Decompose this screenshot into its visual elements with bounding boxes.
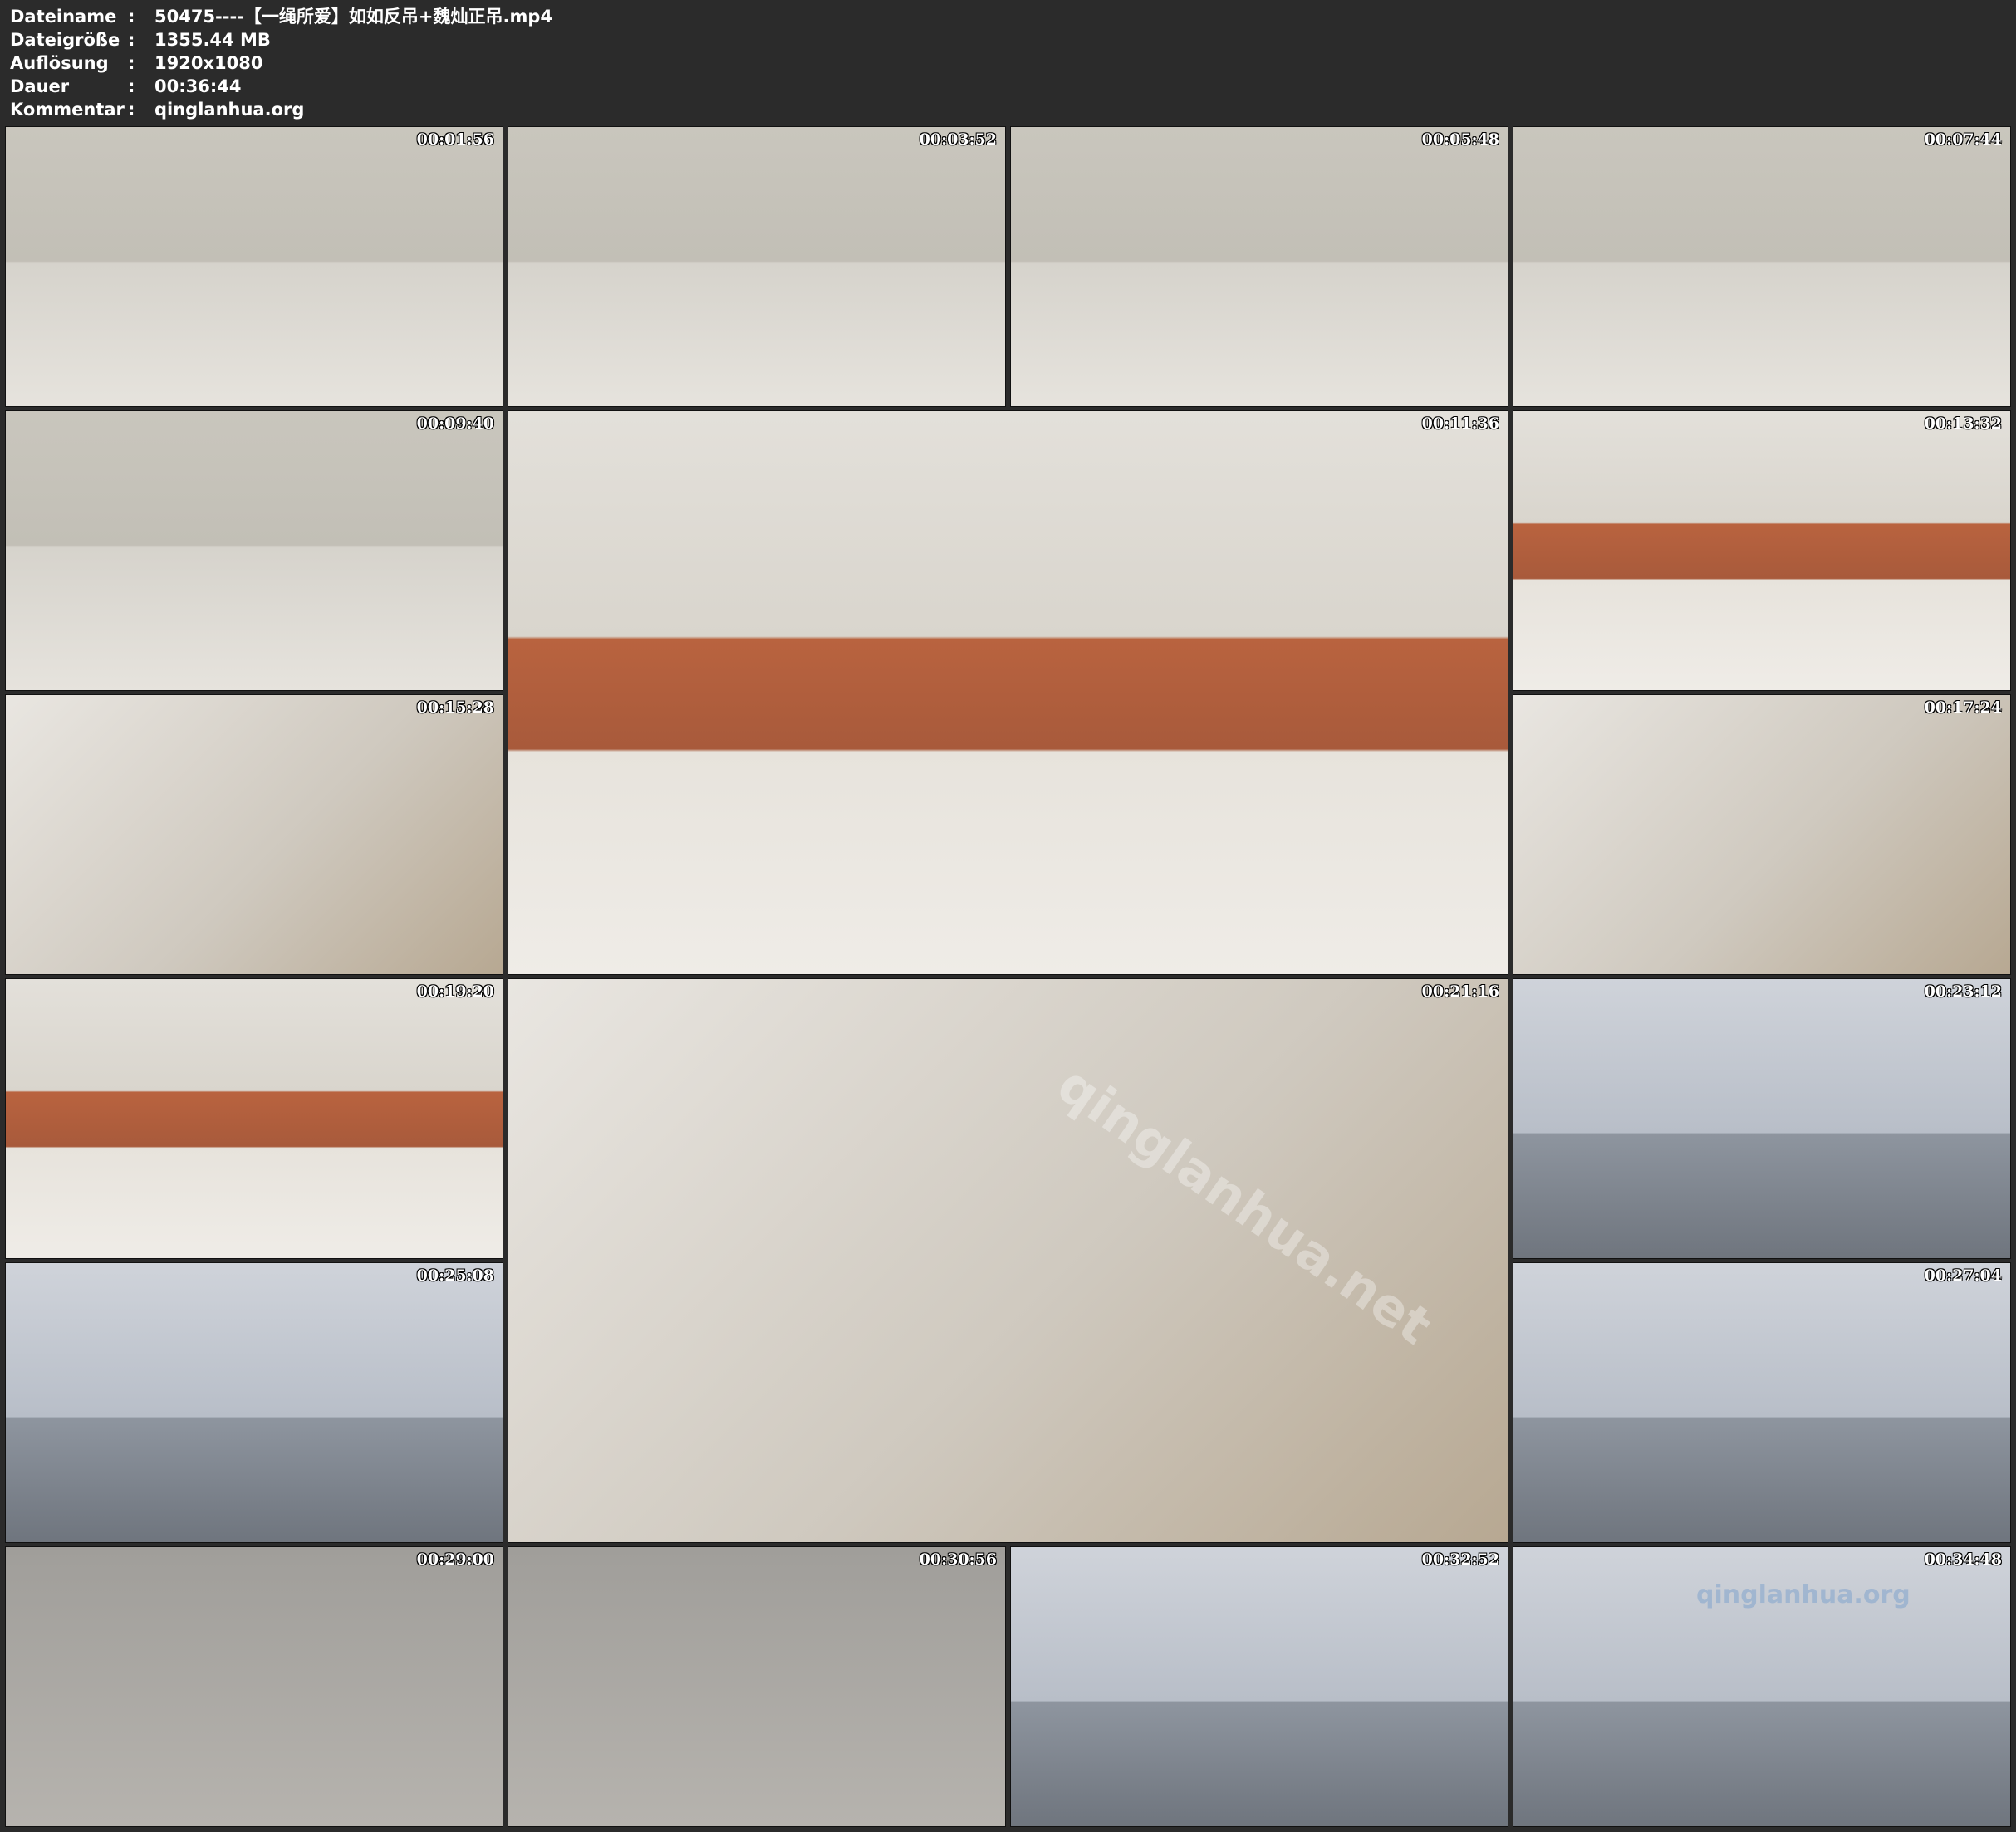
video-thumbnail[interactable]: 00:34:48 qinglanhua.org bbox=[1513, 1546, 2011, 1827]
frame-image bbox=[508, 411, 1508, 974]
frame-image bbox=[1513, 411, 2010, 690]
meta-row-filename: Dateiname : 50475----【一绳所爱】如如反吊+魏灿正吊.mp4 bbox=[10, 5, 552, 28]
video-thumbnail[interactable]: 00:01:56 bbox=[5, 126, 503, 407]
meta-key: Kommentar bbox=[10, 100, 125, 120]
frame-timestamp: 00:32:52 bbox=[1421, 1550, 1499, 1569]
meta-value: qinglanhua.org bbox=[155, 100, 305, 120]
frame-timestamp: 00:30:56 bbox=[919, 1550, 997, 1569]
meta-value: 1355.44 MB bbox=[155, 30, 271, 50]
video-thumbnail[interactable]: 00:07:44 bbox=[1513, 126, 2011, 407]
meta-separator: : bbox=[128, 7, 135, 27]
frame-image bbox=[508, 127, 1005, 406]
frame-timestamp: 00:11:36 bbox=[1421, 414, 1499, 433]
frame-image bbox=[508, 1547, 1005, 1826]
meta-row-resolution: Auflösung : 1920x1080 bbox=[10, 51, 552, 75]
meta-separator: : bbox=[128, 53, 135, 73]
meta-key: Dateiname bbox=[10, 7, 117, 27]
frame-image bbox=[6, 979, 503, 1258]
frame-timestamp: 00:07:44 bbox=[1924, 130, 2002, 149]
frame-image bbox=[1513, 127, 2010, 406]
frame-image bbox=[6, 1263, 503, 1542]
video-thumbnail[interactable]: 00:17:24 bbox=[1513, 694, 2011, 975]
frame-timestamp: 00:25:08 bbox=[416, 1266, 494, 1285]
frame-image bbox=[1513, 1263, 2010, 1542]
frame-timestamp: 00:09:40 bbox=[416, 414, 494, 433]
video-thumbnail[interactable]: 00:15:28 bbox=[5, 694, 503, 975]
video-thumbnail[interactable]: 00:30:56 bbox=[508, 1546, 1006, 1827]
frame-timestamp: 00:29:00 bbox=[416, 1550, 494, 1569]
meta-value: 1920x1080 bbox=[155, 53, 263, 73]
meta-row-duration: Dauer : 00:36:44 bbox=[10, 75, 552, 98]
frame-image bbox=[6, 1547, 503, 1826]
video-thumbnail[interactable]: 00:32:52 bbox=[1010, 1546, 1508, 1827]
meta-row-filesize: Dateigröße : 1355.44 MB bbox=[10, 28, 552, 51]
frame-timestamp: 00:15:28 bbox=[416, 698, 494, 717]
meta-separator: : bbox=[128, 76, 135, 96]
frame-image bbox=[1011, 1547, 1508, 1826]
meta-key: Dateigröße bbox=[10, 30, 120, 50]
video-thumbnail[interactable]: 00:03:52 bbox=[508, 126, 1006, 407]
frame-timestamp: 00:21:16 bbox=[1421, 982, 1499, 1001]
meta-value: 50475----【一绳所爱】如如反吊+魏灿正吊.mp4 bbox=[155, 7, 553, 27]
frame-timestamp: 00:34:48 bbox=[1924, 1550, 2002, 1569]
frame-timestamp: 00:27:04 bbox=[1924, 1266, 2002, 1285]
meta-value: 00:36:44 bbox=[155, 76, 242, 96]
meta-key: Auflösung bbox=[10, 53, 109, 73]
video-thumbnail[interactable]: 00:13:32 bbox=[1513, 410, 2011, 691]
meta-row-comment: Kommentar : qinglanhua.org bbox=[10, 98, 552, 121]
watermark-text: qinglanhua.org bbox=[1696, 1580, 1911, 1609]
frame-timestamp: 00:23:12 bbox=[1924, 982, 2002, 1001]
frame-image bbox=[6, 127, 503, 406]
video-thumbnail-large[interactable]: 00:21:16 qinglanhua.net bbox=[508, 978, 1508, 1543]
frame-image bbox=[1513, 979, 2010, 1258]
frame-timestamp: 00:01:56 bbox=[416, 130, 494, 149]
frame-image bbox=[6, 695, 503, 974]
meta-separator: : bbox=[128, 100, 135, 120]
video-thumbnail[interactable]: 00:09:40 bbox=[5, 410, 503, 691]
meta-separator: : bbox=[128, 30, 135, 50]
frame-timestamp: 00:19:20 bbox=[416, 982, 494, 1001]
video-thumbnail[interactable]: 00:27:04 bbox=[1513, 1262, 2011, 1543]
frame-image bbox=[6, 411, 503, 690]
video-thumbnail[interactable]: 00:29:00 bbox=[5, 1546, 503, 1827]
video-thumbnail[interactable]: 00:23:12 bbox=[1513, 978, 2011, 1259]
file-info-header: Dateiname : 50475----【一绳所爱】如如反吊+魏灿正吊.mp4… bbox=[10, 5, 552, 121]
frame-timestamp: 00:03:52 bbox=[919, 130, 997, 149]
frame-timestamp: 00:17:24 bbox=[1924, 698, 2002, 717]
frame-image bbox=[1011, 127, 1508, 406]
meta-key: Dauer bbox=[10, 76, 70, 96]
video-thumbnail-large[interactable]: 00:11:36 bbox=[508, 410, 1508, 975]
frame-image bbox=[1513, 695, 2010, 974]
video-thumbnail[interactable]: 00:05:48 bbox=[1010, 126, 1508, 407]
video-thumbnail[interactable]: 00:25:08 bbox=[5, 1262, 503, 1543]
frame-timestamp: 00:13:32 bbox=[1924, 414, 2002, 433]
video-thumbnail[interactable]: 00:19:20 bbox=[5, 978, 503, 1259]
frame-timestamp: 00:05:48 bbox=[1421, 130, 1499, 149]
